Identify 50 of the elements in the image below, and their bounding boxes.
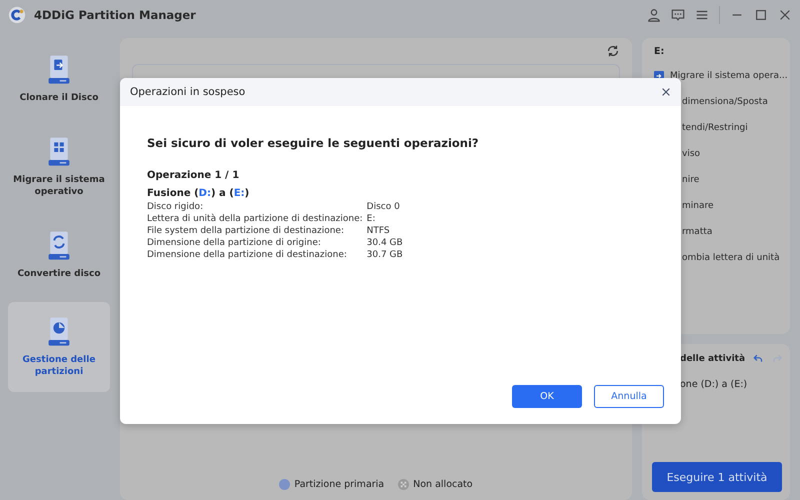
action-item[interactable]: ombia lettera di unità — [682, 253, 780, 263]
detail-value: NTFS — [366, 226, 391, 236]
sidebar-item[interactable]: Clonare il Disco — [8, 38, 110, 120]
close-icon[interactable] — [778, 8, 792, 22]
action-item[interactable]: dimensiona/Sposta — [682, 97, 768, 107]
drive-icon — [47, 136, 71, 168]
dialog-title: Operazioni in sospeso — [130, 86, 246, 98]
tasks-title: delle attività — [680, 354, 746, 364]
menu-icon[interactable] — [695, 8, 709, 22]
close-icon[interactable] — [661, 87, 671, 97]
detail-value: 30.7 GB — [366, 250, 403, 260]
action-item[interactable]: viso — [682, 149, 700, 159]
sidebar-item[interactable]: Gestione delle partizioni — [8, 302, 110, 392]
legend-label: Non allocato — [413, 479, 473, 490]
cancel-button[interactable]: Annulla — [594, 385, 664, 408]
maximize-icon[interactable] — [754, 8, 768, 22]
detail-value: Disco 0 — [366, 202, 401, 212]
confirmation-question: Sei sicuro di voler eseguire le seguenti operazioni? — [147, 136, 480, 150]
run-tasks-button[interactable]: Eseguire 1 attività — [652, 462, 782, 492]
drive-icon — [47, 316, 71, 348]
action-item[interactable]: minare — [682, 201, 714, 211]
drive-icon — [47, 230, 71, 262]
sidebar-item[interactable]: Migrare il sistema operativo — [8, 126, 110, 208]
user-icon[interactable] — [647, 8, 661, 22]
detail-label: Disco rigido: — [147, 202, 204, 212]
action-item[interactable]: nire — [682, 175, 700, 185]
sidebar-item[interactable]: Convertire disco — [8, 214, 110, 296]
ok-button[interactable]: OK — [512, 385, 582, 408]
drive-label: E: — [654, 46, 666, 57]
window-title: 4DDiG Partition Manager — [34, 8, 196, 22]
operation-counter: Operazione 1 / 1 — [147, 170, 240, 181]
unallocated-swatch-icon — [398, 479, 410, 490]
drive-icon — [47, 54, 71, 86]
detail-label: File system della partizione di destinazione: — [147, 226, 346, 236]
action-item[interactable]: Migrare il sistema opera... — [670, 71, 788, 81]
app-logo-icon — [8, 6, 26, 24]
task-item: one (D:) a (E:) — [679, 379, 748, 390]
action-item[interactable]: tendi/Restringi — [682, 123, 748, 133]
undo-icon[interactable] — [753, 352, 764, 365]
refresh-icon[interactable] — [606, 44, 620, 58]
detail-value: E: — [366, 214, 376, 224]
detail-label: Dimensione della partizione di origine: — [147, 238, 322, 248]
legend-label: Partizione primaria — [294, 479, 384, 490]
detail-label: Lettera di unità della partizione di destinazione: — [147, 214, 363, 224]
primary-swatch-icon — [279, 479, 290, 490]
feedback-icon[interactable] — [671, 8, 685, 22]
operation-title: Fusione (D:) a (E:) — [147, 188, 250, 199]
detail-label: Dimensione della partizione di destinazione: — [147, 250, 348, 260]
detail-value: 30.4 GB — [366, 238, 403, 248]
action-item[interactable]: rmatta — [682, 227, 712, 237]
